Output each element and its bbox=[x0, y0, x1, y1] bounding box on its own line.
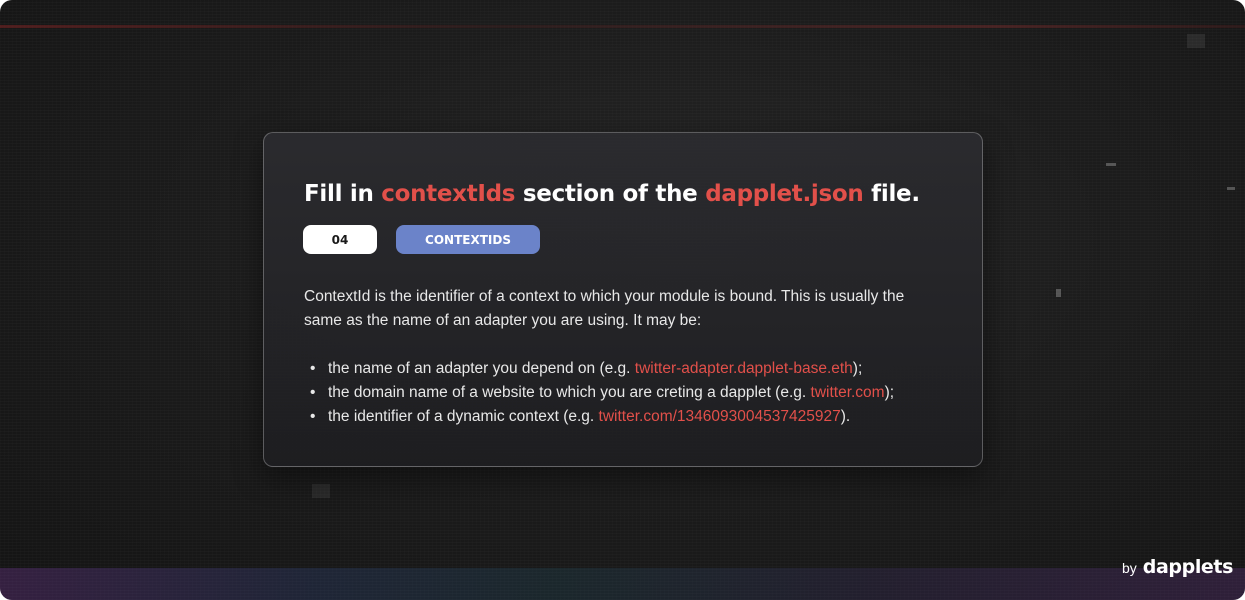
title-highlight-dapplet-json: dapplet.json bbox=[705, 181, 864, 207]
example-link[interactable]: twitter-adapter.dapplet-base.eth bbox=[635, 360, 853, 377]
decor-speck bbox=[1056, 289, 1061, 297]
title-text: Fill in bbox=[304, 181, 382, 207]
bullet-icon: • bbox=[310, 384, 316, 401]
example-link[interactable]: twitter.com bbox=[811, 384, 885, 401]
brand-by-text: by bbox=[1122, 560, 1137, 576]
slide-background: Fill in contextIds section of the dapple… bbox=[0, 0, 1245, 600]
glitch-band-bottom bbox=[0, 568, 1245, 600]
section-tag-badge: CONTEXTIDS bbox=[396, 225, 540, 254]
decor-speck bbox=[1106, 163, 1116, 166]
title-highlight-contextids: contextIds bbox=[381, 181, 516, 207]
decor-speck bbox=[1187, 34, 1205, 48]
list-item: • the identifier of a dynamic context (e.… bbox=[310, 405, 970, 429]
content-card: Fill in contextIds section of the dapple… bbox=[263, 132, 983, 467]
decor-speck bbox=[1227, 187, 1235, 190]
card-title: Fill in contextIds section of the dapple… bbox=[304, 181, 964, 207]
brand-logo: by dapplets bbox=[1122, 556, 1233, 582]
bullet-icon: • bbox=[310, 408, 316, 425]
list-item-text: the domain name of a website to which yo… bbox=[328, 384, 811, 401]
decor-speck bbox=[312, 484, 330, 498]
bullet-icon: • bbox=[310, 360, 316, 377]
list-item-text: ); bbox=[852, 360, 863, 377]
examples-list: • the name of an adapter you depend on (e… bbox=[310, 357, 970, 429]
title-text: section of the bbox=[515, 181, 706, 207]
list-item-text: the name of an adapter you depend on (e.… bbox=[328, 360, 635, 377]
description-paragraph: ContextId is the identifier of a context… bbox=[304, 288, 905, 329]
step-number-badge: 04 bbox=[303, 225, 377, 254]
glitch-line-top bbox=[0, 25, 1245, 28]
brand-name: dapplets bbox=[1142, 556, 1234, 578]
title-text: file. bbox=[863, 181, 920, 207]
list-item-text: the identifier of a dynamic context (e.g… bbox=[328, 408, 599, 425]
list-item-text: ). bbox=[840, 408, 851, 425]
list-item: • the domain name of a website to which y… bbox=[310, 381, 970, 405]
example-link[interactable]: twitter.com/1346093004537425927 bbox=[599, 408, 841, 425]
list-item: • the name of an adapter you depend on (e… bbox=[310, 357, 970, 381]
list-item-text: ); bbox=[884, 384, 895, 401]
